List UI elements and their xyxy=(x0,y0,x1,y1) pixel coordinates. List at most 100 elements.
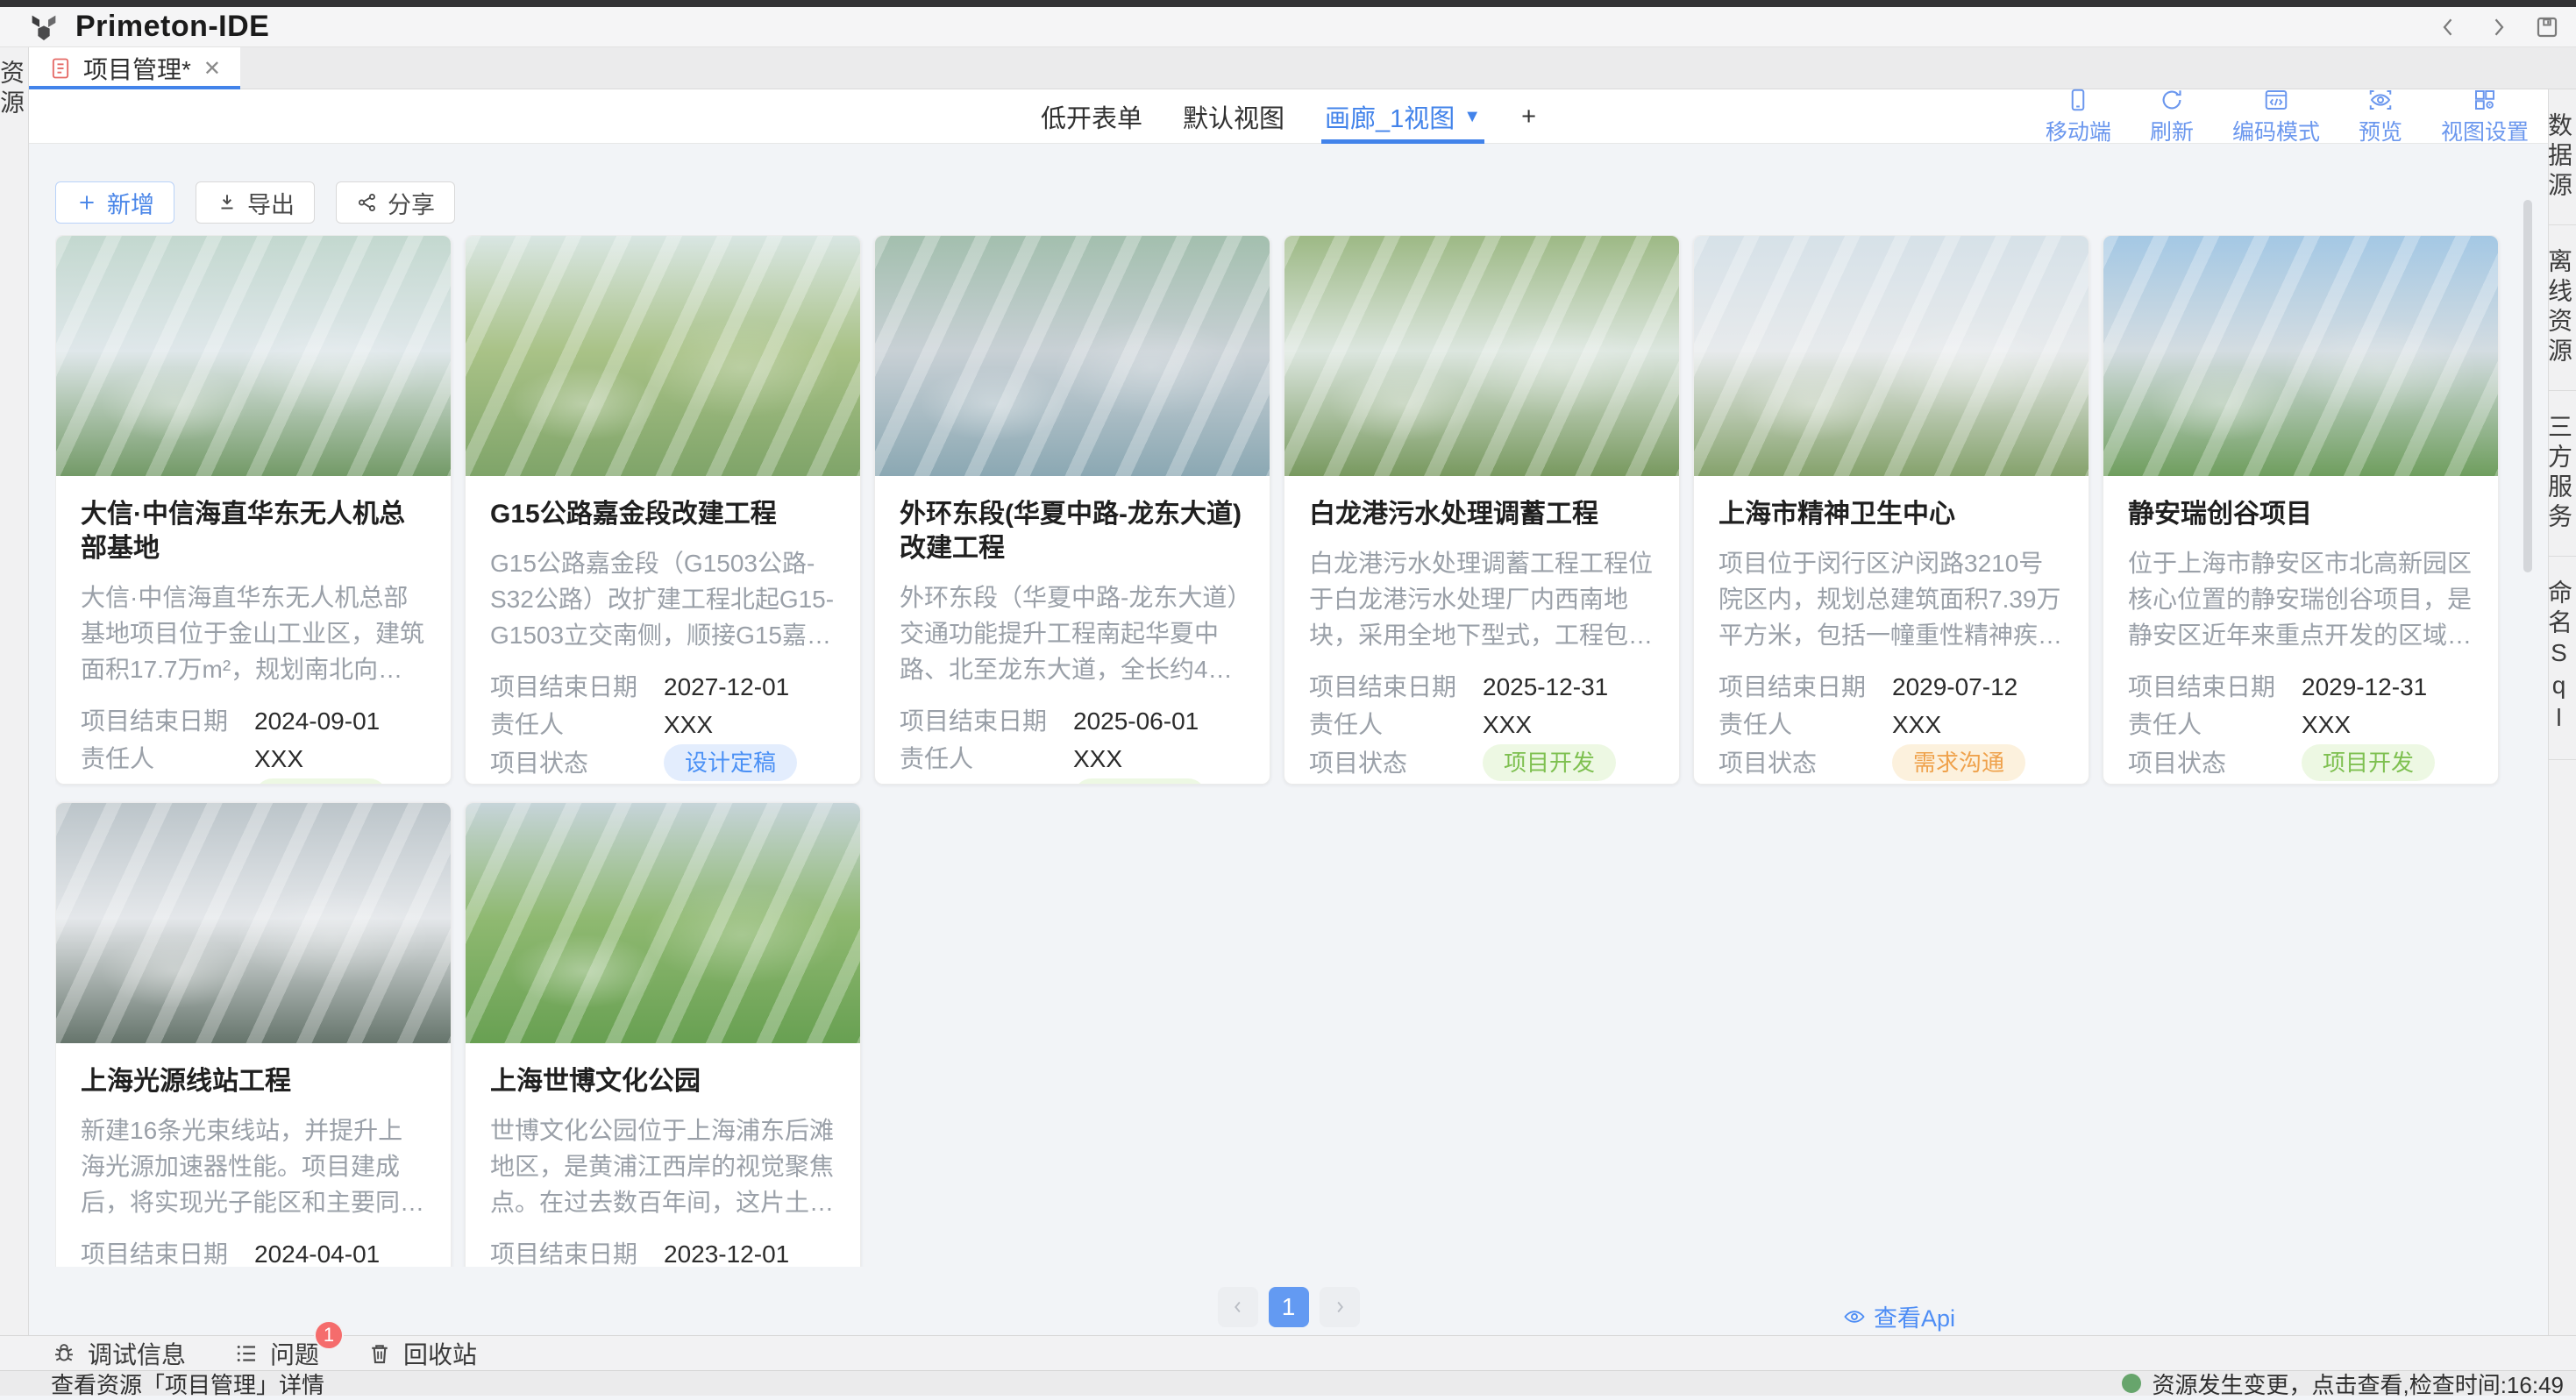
field-status: 项目状态项目开发 xyxy=(81,778,426,785)
toolbar-button-label: 预览 xyxy=(2359,115,2402,146)
project-card-3[interactable]: 白龙港污水处理调蓄工程白龙港污水处理调蓄工程工程位于白龙港污水处理厂内西南地块，… xyxy=(1284,235,1680,785)
form-doc-icon xyxy=(48,56,73,81)
project-description: 白龙港污水处理调蓄工程工程位于白龙港污水处理厂内西南地块，采用全地下型式，工程包… xyxy=(1309,545,1654,653)
toolbar-button-3[interactable]: 预览 xyxy=(2359,87,2402,146)
status-right[interactable]: 资源发生变更，点击查看,检查时间:16:49 xyxy=(2122,1368,2564,1400)
left-rail-item-0[interactable]: 资源 xyxy=(0,47,28,142)
right-rail-item-1[interactable]: 离线资源 xyxy=(2549,225,2576,391)
toolbar-button-1[interactable]: 刷新 xyxy=(2150,87,2194,146)
toolbar-button-4[interactable]: 视图设置 xyxy=(2441,87,2529,146)
download-icon xyxy=(216,191,238,214)
field-end-date: 项目结束日期2024-04-01 xyxy=(81,1236,426,1267)
left-rail: 资源 xyxy=(0,47,29,1335)
card-grid: 大信·中信海直华东无人机总部基地大信·中信海直华东无人机总部基地项目位于金山工业… xyxy=(55,235,2501,1267)
project-title: 静安瑞创谷项目 xyxy=(2128,497,2473,531)
nav-back-icon[interactable] xyxy=(2436,14,2462,40)
ring-building-photo xyxy=(56,803,451,1043)
project-card-0[interactable]: 大信·中信海直华东无人机总部基地大信·中信海直华东无人机总部基地项目位于金山工业… xyxy=(55,235,452,785)
right-rail-item-0[interactable]: 数据源 xyxy=(2549,89,2576,225)
status-bar: 查看资源「项目管理」详情 资源发生变更，点击查看,检查时间:16:49 xyxy=(0,1370,2576,1396)
field-label: 责任人 xyxy=(2128,707,2302,743)
save-icon[interactable] xyxy=(2534,14,2560,40)
list-icon xyxy=(233,1340,260,1367)
bottom-panel-item-0[interactable]: 调试信息 xyxy=(51,1336,186,1371)
field-end-date: 项目结束日期2027-12-01 xyxy=(490,669,836,705)
plus-icon xyxy=(75,191,98,214)
project-card-6[interactable]: 上海光源线站工程新建16条光束线站，并提升上海光源加速器性能。项目建成后，将实现… xyxy=(55,802,452,1267)
project-card-4[interactable]: 上海市精神卫生中心项目位于闵行区沪闵路3210号院区内，规划总建筑面积7.39万… xyxy=(1693,235,2089,785)
owner-value: XXX xyxy=(1892,707,1941,743)
card-body: G15公路嘉金段改建工程G15公路嘉金段（G1503公路-S32公路）改扩建工程… xyxy=(466,476,860,781)
field-label: 责任人 xyxy=(81,741,254,777)
add-button[interactable]: 新增 xyxy=(55,181,174,224)
field-status: 项目状态需求沟通 xyxy=(1719,744,2064,781)
field-label: 项目结束日期 xyxy=(900,703,1073,739)
end-date-value: 2027-12-01 xyxy=(664,669,789,705)
end-date-value: 2025-06-01 xyxy=(1073,703,1199,739)
highway-interchange-photo xyxy=(466,236,860,476)
caret-down-icon[interactable]: ▼ xyxy=(1463,107,1481,127)
page-number-current[interactable]: 1 xyxy=(1269,1287,1309,1327)
toolbar-button-0[interactable]: 移动端 xyxy=(2046,87,2111,146)
view-tab-1[interactable]: 默认视图 xyxy=(1183,89,1284,144)
pagination: 1 xyxy=(29,1287,2548,1327)
bottom-panel-item-1[interactable]: 问题1 xyxy=(233,1336,319,1371)
project-title: 上海市精神卫生中心 xyxy=(1719,497,2064,531)
trash-icon xyxy=(366,1340,393,1367)
right-rail-item-3[interactable]: 命名Sql xyxy=(2549,557,2576,760)
expo-park-photo xyxy=(466,803,860,1043)
close-icon[interactable]: ✕ xyxy=(203,56,221,82)
right-rail-item-2[interactable]: 三方服务 xyxy=(2549,391,2576,557)
view-settings-icon xyxy=(2472,87,2498,113)
primeton-ide-window: Primeton-IDE 项目管理* ✕ 资源 数据源离线资源三方服务命名Sql… xyxy=(0,0,2576,1396)
project-card-2[interactable]: 外环东段(华夏中路-龙东大道)改建工程外环东段（华夏中路-龙东大道）交通功能提升… xyxy=(874,235,1270,785)
status-badge: 项目开发 xyxy=(1483,744,1616,781)
view-tab-2[interactable]: 画廊_1视图 ▼ xyxy=(1325,89,1481,144)
share-icon xyxy=(356,191,379,214)
project-description: G15公路嘉金段（G1503公路-S32公路）改扩建工程北起G15-G1503立… xyxy=(490,545,836,653)
view-api-link[interactable]: 查看Api xyxy=(1842,1299,1955,1333)
project-description: 外环东段（华夏中路-龙东大道）交通功能提升工程南起华夏中路、北至龙东大道，全长约… xyxy=(900,579,1245,687)
card-body: 上海世博文化公园世博文化公园位于上海浦东后滩地区，是黄浦江西岸的视觉聚焦点。在过… xyxy=(466,1043,860,1267)
project-card-1[interactable]: G15公路嘉金段改建工程G15公路嘉金段（G1503公路-S32公路）改扩建工程… xyxy=(465,235,861,785)
view-tab-label: 画廊_1视图 xyxy=(1325,98,1455,135)
field-label: 项目状态 xyxy=(900,779,1073,785)
eye-icon xyxy=(1842,1304,1867,1329)
view-api-label: 查看Api xyxy=(1874,1299,1955,1333)
end-date-value: 2023-12-01 xyxy=(664,1236,789,1267)
right-rail: 数据源离线资源三方服务命名Sql xyxy=(2548,89,2576,1335)
view-tab-0[interactable]: 低开表单 xyxy=(1041,89,1142,144)
water-treatment-plant-photo xyxy=(1284,236,1679,476)
mobile-icon xyxy=(2065,87,2091,113)
project-title: 大信·中信海直华东无人机总部基地 xyxy=(81,497,426,565)
field-label: 项目结束日期 xyxy=(2128,669,2302,705)
project-title: 上海光源线站工程 xyxy=(81,1064,426,1098)
field-label: 项目结束日期 xyxy=(1719,669,1892,705)
editor-tab-project-management[interactable]: 项目管理* ✕ xyxy=(29,47,240,89)
page-prev-button[interactable] xyxy=(1218,1287,1258,1327)
status-left-text[interactable]: 查看资源「项目管理」详情 xyxy=(51,1368,324,1400)
export-button-label: 导出 xyxy=(247,186,295,220)
share-button[interactable]: 分享 xyxy=(336,181,455,224)
owner-value: XXX xyxy=(664,707,713,743)
photo-texture xyxy=(56,803,451,1043)
project-title: 上海世博文化公园 xyxy=(490,1064,836,1098)
end-date-value: 2024-04-01 xyxy=(254,1236,380,1267)
project-card-5[interactable]: 静安瑞创谷项目位于上海市静安区市北高新园区核心位置的静安瑞创谷项目，是静安区近年… xyxy=(2103,235,2499,785)
card-body: 上海光源线站工程新建16条光束线站，并提升上海光源加速器性能。项目建成后，将实现… xyxy=(56,1043,451,1267)
toolbar-button-2[interactable]: 编码模式 xyxy=(2232,87,2320,146)
bottom-panel-item-2[interactable]: 回收站 xyxy=(366,1336,477,1371)
vertical-scrollbar[interactable] xyxy=(2523,200,2532,572)
office-campus-photo xyxy=(2103,236,2498,476)
field-label: 责任人 xyxy=(1309,707,1483,743)
status-badge: 项目开发 xyxy=(254,778,388,785)
action-buttons: 新增 导出 分享 xyxy=(55,181,455,224)
project-card-7[interactable]: 上海世博文化公园世博文化公园位于上海浦东后滩地区，是黄浦江西岸的视觉聚焦点。在过… xyxy=(465,802,861,1267)
elevated-road-over-river-photo xyxy=(875,236,1270,476)
field-end-date: 项目结束日期2024-09-01 xyxy=(81,703,426,739)
page-next-button[interactable] xyxy=(1320,1287,1360,1327)
photo-texture xyxy=(56,236,451,476)
nav-forward-icon[interactable] xyxy=(2485,14,2511,40)
view-tab-3[interactable]: + xyxy=(1521,89,1536,144)
export-button[interactable]: 导出 xyxy=(196,181,315,224)
